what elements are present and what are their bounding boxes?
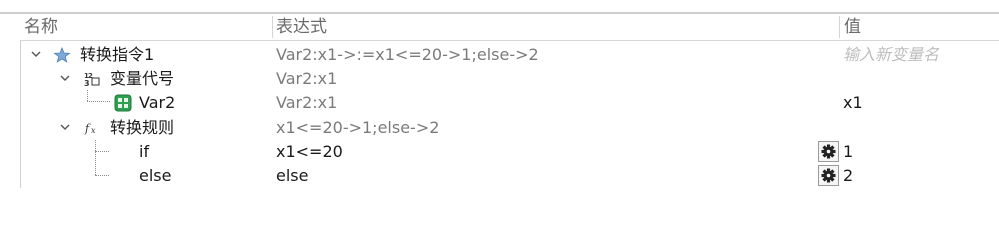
tree-grid-header: 名称 表达式 值 — [20, 14, 999, 41]
chevron-down-icon[interactable] — [30, 48, 42, 60]
expression-cell[interactable]: Var2:x1->:=x1<=20->1;else->2 — [276, 43, 539, 67]
tree-row-root[interactable]: 转换指令1 Var2:x1->:=x1<=20->1;else->2 输入新变量… — [0, 43, 999, 67]
column-resize-handle-2[interactable] — [839, 16, 840, 38]
gear-icon — [821, 144, 836, 159]
chevron-down-icon[interactable] — [59, 121, 71, 133]
expression-cell[interactable]: x1<=20 — [276, 140, 343, 164]
chevron-down-icon[interactable] — [59, 72, 71, 84]
tree-row-var2[interactable]: Var2 Var2:x1 x1 — [0, 91, 999, 115]
column-header-expression[interactable]: 表达式 — [276, 14, 327, 40]
tree-item-label: else — [139, 166, 172, 185]
tree-row-variable-code[interactable]: 1 2 3 变量代号 Var2:x1 — [0, 67, 999, 91]
new-variable-name-input[interactable]: 输入新变量名 — [843, 43, 939, 67]
tree-row-if[interactable]: if x1<=20 1 — [0, 140, 999, 164]
star-icon — [53, 46, 71, 63]
gear-button[interactable] — [818, 141, 839, 162]
tree-item-label: if — [139, 142, 150, 161]
value-cell[interactable]: 1 — [843, 140, 853, 164]
svg-text:x: x — [91, 126, 96, 135]
column-resize-handle-1[interactable] — [272, 16, 273, 38]
expression-cell[interactable]: Var2:x1 — [276, 91, 337, 115]
tree-item-label: 变量代号 — [110, 69, 175, 88]
svg-text:f: f — [84, 122, 91, 135]
expression-cell[interactable]: x1<=20->1;else->2 — [276, 116, 439, 140]
column-header-name[interactable]: 名称 — [24, 14, 58, 40]
expression-cell[interactable]: Var2:x1 — [276, 67, 337, 91]
numeric-variable-icon: 1 2 3 — [84, 72, 100, 88]
tree-item-label: 转换规则 — [110, 118, 175, 137]
gear-button[interactable] — [818, 165, 839, 186]
tree-item-label: Var2 — [139, 93, 176, 112]
tree-row-else[interactable]: else else 2 — [0, 164, 999, 188]
value-cell[interactable]: x1 — [843, 91, 863, 115]
tree-item-label: 转换指令1 — [80, 45, 155, 64]
green-variable-icon — [114, 94, 132, 112]
expression-cell[interactable]: else — [276, 164, 308, 188]
fx-function-icon: f x — [84, 122, 96, 135]
column-header-value[interactable]: 值 — [844, 14, 861, 40]
svg-text:3: 3 — [84, 79, 90, 88]
gear-icon — [821, 168, 836, 183]
value-cell[interactable]: 2 — [843, 164, 853, 188]
tree-row-conversion-rule[interactable]: f x 转换规则 x1<=20->1;else->2 — [0, 116, 999, 140]
